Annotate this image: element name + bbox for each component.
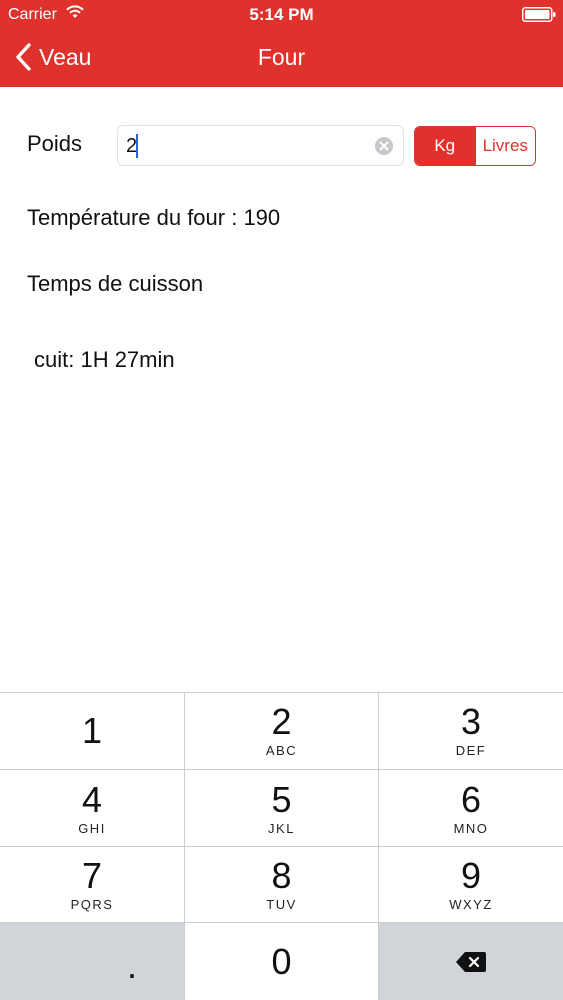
key-4[interactable]: 4 GHI bbox=[0, 770, 184, 846]
weight-field[interactable] bbox=[117, 125, 404, 166]
unit-livres-segment[interactable]: Livres bbox=[474, 127, 535, 165]
delete-key[interactable] bbox=[379, 923, 563, 1000]
weight-input[interactable] bbox=[126, 132, 366, 160]
keypad-column-divider bbox=[378, 692, 379, 1000]
key-1[interactable]: 1 bbox=[0, 692, 184, 769]
status-time: 5:14 PM bbox=[249, 5, 314, 24]
key-5[interactable]: 5 JKL bbox=[185, 770, 378, 846]
key-9[interactable]: 9 WXYZ bbox=[379, 847, 563, 922]
cooked-result-text: cuit: 1H 27min bbox=[34, 347, 175, 372]
weight-label: Poids bbox=[27, 131, 83, 156]
key-3[interactable]: 3 DEF bbox=[379, 692, 563, 769]
unit-segmented-control: Kg Livres bbox=[414, 126, 536, 166]
key-0[interactable]: 0 bbox=[185, 923, 378, 1000]
key-8[interactable]: 8 TUV bbox=[185, 847, 378, 922]
key-7[interactable]: 7 PQRS bbox=[0, 847, 184, 922]
backspace-icon bbox=[456, 951, 486, 972]
status-bar: Carrier 5:14 PM bbox=[0, 0, 563, 30]
battery-icon bbox=[522, 7, 556, 22]
cooking-time-heading: Temps de cuisson bbox=[27, 271, 204, 296]
keypad-column-divider bbox=[184, 692, 185, 1000]
clear-circle-icon[interactable] bbox=[374, 136, 394, 156]
key-decimal[interactable]: . bbox=[0, 923, 184, 1000]
navigation-header: Carrier 5:14 PM Veau Four bbox=[0, 0, 563, 87]
key-2[interactable]: 2 ABC bbox=[185, 692, 378, 769]
key-6[interactable]: 6 MNO bbox=[379, 770, 563, 846]
keypad-row-divider bbox=[0, 922, 563, 923]
text-cursor bbox=[136, 134, 138, 158]
keypad-row-divider bbox=[0, 769, 563, 770]
page-title: Four bbox=[257, 44, 306, 70]
keypad-row-divider bbox=[0, 846, 563, 847]
oven-temperature-text: Température du four : 190 bbox=[27, 205, 281, 230]
unit-kg-segment[interactable]: Kg bbox=[415, 127, 475, 165]
keypad-top-divider bbox=[0, 692, 563, 693]
numeric-keypad: 1 2 ABC 3 DEF 4 GHI 5 JKL 6 MNO 7 PQRS 8… bbox=[0, 692, 563, 1000]
